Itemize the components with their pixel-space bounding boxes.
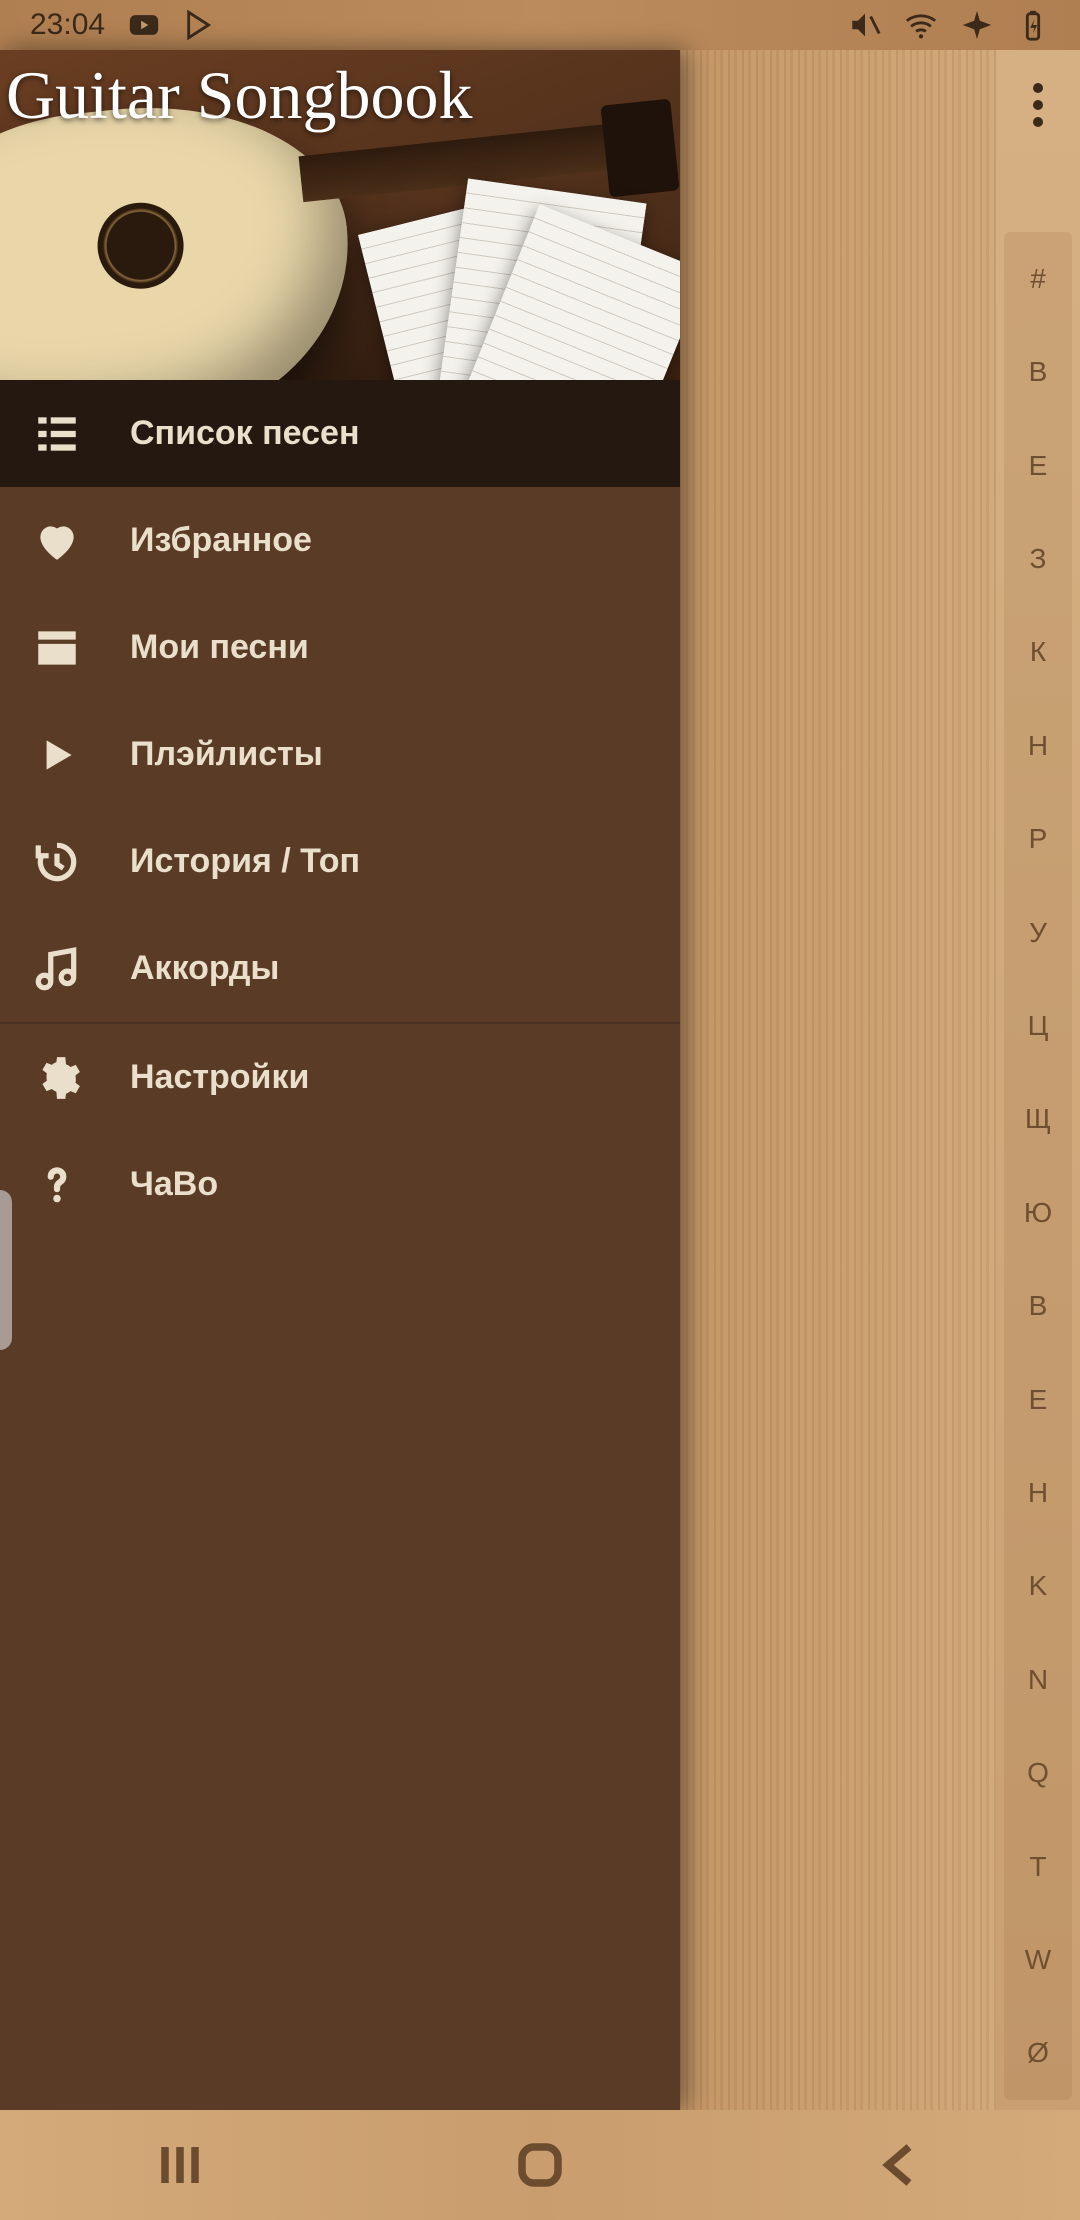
alpha-index-letter[interactable]: К: [1004, 606, 1072, 699]
drawer-item-playlists[interactable]: Плэйлисты: [0, 701, 680, 808]
alpha-index-letter[interactable]: Е: [1004, 419, 1072, 512]
alpha-index-letter[interactable]: З: [1004, 512, 1072, 605]
favorites-icon: [32, 516, 82, 566]
history-icon: [32, 837, 82, 887]
playlists-icon: [32, 730, 82, 780]
drawer-item-label: Аккорды: [130, 949, 279, 988]
edge-scroll-indicator: [0, 1190, 12, 1350]
alpha-index-scrollbar[interactable]: #ВЕЗКНРУЦЩЮBEHKNQTWØ: [1004, 232, 1072, 2100]
chords-icon: [32, 944, 82, 994]
home-button[interactable]: [510, 2135, 570, 2195]
alpha-index-letter[interactable]: У: [1004, 886, 1072, 979]
airplane-icon: [960, 8, 994, 42]
navigation-drawer: Guitar Songbook Список песен Избранное Мои…: [0, 50, 680, 2110]
alpha-index-letter[interactable]: Ø: [1004, 2007, 1072, 2100]
alpha-index-letter[interactable]: Н: [1004, 699, 1072, 792]
drawer-item-label: Плэйлисты: [130, 735, 323, 774]
drawer-item-label: ЧаВо: [130, 1165, 218, 1204]
alpha-index-letter[interactable]: Ц: [1004, 979, 1072, 1072]
settings-icon: [32, 1053, 82, 1103]
drawer-menu: Список песен Избранное Мои песни Плэйлисты И…: [0, 380, 680, 2110]
alpha-index-letter[interactable]: W: [1004, 1913, 1072, 2006]
alpha-index-letter[interactable]: Щ: [1004, 1073, 1072, 1166]
drawer-item-faq[interactable]: ЧаВо: [0, 1131, 680, 1238]
drawer-item-chords[interactable]: Аккорды: [0, 915, 680, 1022]
recents-button[interactable]: [150, 2135, 210, 2195]
drawer-item-history[interactable]: История / Топ: [0, 808, 680, 915]
overflow-menu-button[interactable]: [996, 50, 1080, 160]
background-right-panel: #ВЕЗКНРУЦЩЮBEHKNQTWØ: [996, 50, 1080, 2110]
youtube-icon: [127, 8, 161, 42]
faq-icon: [32, 1160, 82, 1210]
alpha-index-letter[interactable]: Р: [1004, 792, 1072, 885]
back-button[interactable]: [870, 2135, 930, 2195]
alpha-index-letter[interactable]: E: [1004, 1353, 1072, 1446]
mysongs-icon: [32, 623, 82, 673]
alpha-index-letter[interactable]: Q: [1004, 1727, 1072, 1820]
battery-icon: [1016, 8, 1050, 42]
drawer-item-mysongs[interactable]: Мои песни: [0, 594, 680, 701]
sheet-music-illustration: [382, 170, 672, 380]
songs-icon: [32, 409, 82, 459]
alpha-index-letter[interactable]: H: [1004, 1446, 1072, 1539]
drawer-item-label: Настройки: [130, 1058, 309, 1097]
drawer-item-label: История / Топ: [130, 842, 360, 881]
alpha-index-letter[interactable]: В: [1004, 325, 1072, 418]
mute-icon: [848, 8, 882, 42]
system-navbar: [0, 2110, 1080, 2220]
drawer-item-settings[interactable]: Настройки: [0, 1024, 680, 1131]
drawer-item-favorites[interactable]: Избранное: [0, 487, 680, 594]
drawer-header: Guitar Songbook: [0, 50, 680, 380]
alpha-index-letter[interactable]: N: [1004, 1633, 1072, 1726]
drawer-item-label: Мои песни: [130, 628, 309, 667]
more-vert-icon: [1033, 83, 1043, 127]
alpha-index-letter[interactable]: K: [1004, 1540, 1072, 1633]
alpha-index-letter[interactable]: Ю: [1004, 1166, 1072, 1259]
statusbar: 23:04: [0, 0, 1080, 50]
app-title: Guitar Songbook: [6, 56, 473, 135]
playstore-icon: [183, 8, 217, 42]
alpha-index-letter[interactable]: T: [1004, 1820, 1072, 1913]
statusbar-time: 23:04: [30, 8, 105, 42]
wifi-icon: [904, 8, 938, 42]
drawer-item-songs[interactable]: Список песен: [0, 380, 680, 487]
alpha-index-letter[interactable]: B: [1004, 1259, 1072, 1352]
drawer-item-label: Избранное: [130, 521, 312, 560]
drawer-item-label: Список песен: [130, 414, 359, 453]
alpha-index-letter[interactable]: #: [1004, 232, 1072, 325]
